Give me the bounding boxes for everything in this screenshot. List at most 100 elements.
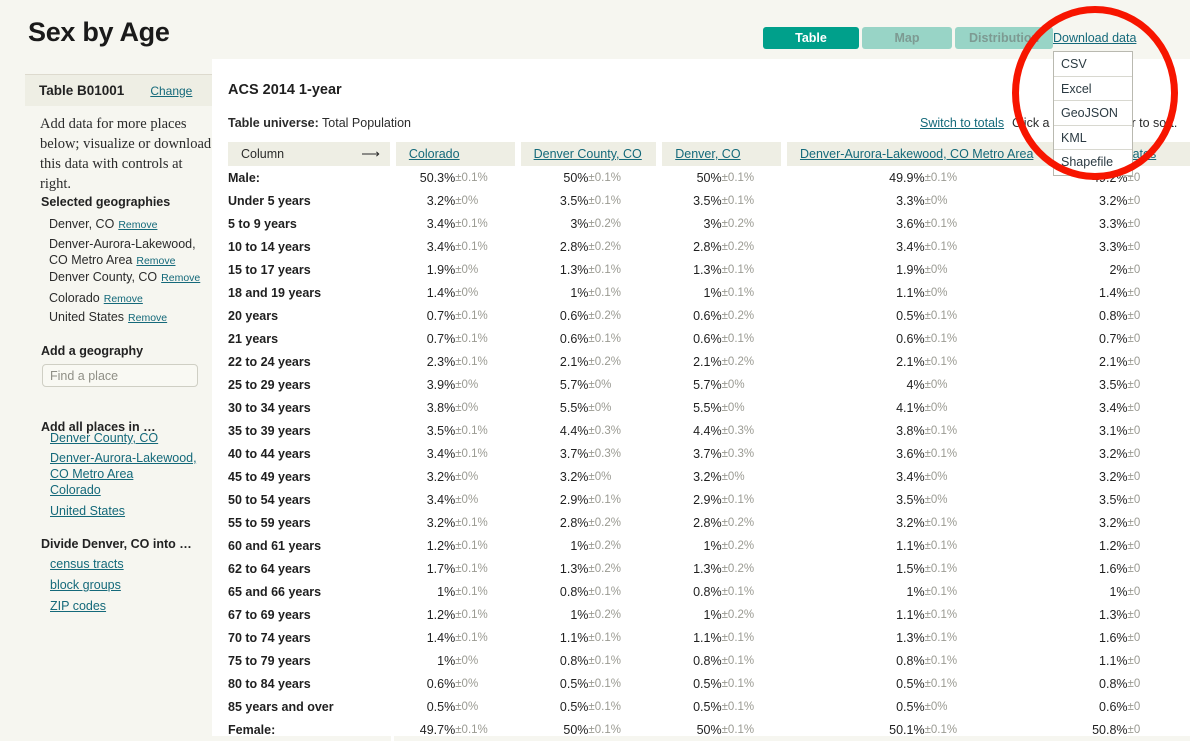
row-label: 22 to 24 years — [228, 350, 395, 373]
selected-geography-row: Denver, CO Remove — [49, 216, 217, 233]
download-option-kml[interactable]: KML — [1054, 126, 1132, 151]
column-header-geography[interactable]: Denver-Aurora-Lakewood, CO Metro Area — [780, 142, 1066, 166]
cell-margin-of-error: ±0% — [924, 401, 948, 414]
column-header-geography-label[interactable]: Denver, CO — [675, 147, 740, 161]
cell-margin-of-error: ±0 — [1127, 631, 1141, 644]
column-header-geography[interactable]: Denver County, CO — [514, 142, 660, 166]
download-option-csv[interactable]: CSV — [1054, 52, 1132, 77]
row-label: 40 to 44 years — [228, 442, 395, 465]
cell-value: 1.1% — [896, 285, 925, 300]
column-header-geography-label[interactable]: Colorado — [409, 147, 460, 161]
cell-margin-of-error: ±0% — [455, 401, 479, 414]
cell-margin-of-error: ±0.1% — [721, 700, 755, 713]
cell-value: 50.1% — [889, 722, 925, 737]
column-header-geography[interactable]: Colorado — [389, 142, 518, 166]
cell-value: 1.6% — [1099, 561, 1128, 576]
cell-value: 0.8% — [559, 584, 589, 599]
cell-margin-of-error: ±0.1% — [588, 585, 621, 598]
row-label: 25 to 29 years — [228, 373, 395, 396]
cell-margin-of-error: ±0.2% — [721, 217, 755, 230]
cell-value: 2.8% — [559, 239, 589, 254]
tab-table[interactable]: Table — [763, 27, 859, 49]
cell-value: 1% — [570, 285, 589, 300]
download-data-link[interactable]: Download data — [1053, 31, 1136, 45]
cell-value: 1% — [906, 584, 925, 599]
add-all-places-link[interactable]: Denver-Aurora-Lakewood, CO Metro Area — [50, 450, 200, 482]
find-place-input[interactable] — [42, 364, 198, 387]
cell-margin-of-error: ±0.1% — [455, 585, 488, 598]
remove-geography-link[interactable]: Remove — [118, 219, 157, 231]
cell-value: 3.6% — [896, 216, 925, 231]
cell-value: 3.2% — [896, 515, 925, 530]
add-all-places-link[interactable]: Denver County, CO — [50, 430, 158, 446]
cell-value: 4% — [906, 377, 925, 392]
cell-value: 3.2% — [1099, 469, 1128, 484]
cell-margin-of-error: ±0 — [1127, 447, 1141, 460]
view-tabs: Table Map Distribution — [763, 27, 1054, 49]
table-row: 65 and 66 years 1% ±0.1% 0.8% ±0.1% 0.8% ±0.1%… — [228, 580, 1190, 603]
cell-margin-of-error: ±0% — [455, 194, 479, 207]
cell-margin-of-error: ±0.1% — [588, 677, 621, 690]
cell-value: 3.8% — [426, 400, 456, 415]
remove-geography-link[interactable]: Remove — [104, 293, 143, 305]
divide-link[interactable]: block groups — [50, 577, 121, 593]
cell-value: 3.9% — [426, 377, 456, 392]
cell-value: 3.5% — [896, 492, 925, 507]
cell-margin-of-error: ±0.1% — [924, 516, 958, 529]
cell-value: 3.5% — [1099, 492, 1128, 507]
data-table-head: Column ⟶ Colorado Denver County, CO Denver, … — [228, 142, 1190, 166]
cell-value: 0.5% — [693, 699, 722, 714]
cell-value: 0.6% — [426, 676, 456, 691]
download-option-geojson[interactable]: GeoJSON — [1054, 101, 1132, 126]
remove-geography-link[interactable]: Remove — [161, 272, 200, 284]
cell-margin-of-error: ±0.1% — [721, 286, 755, 299]
main-panel: ACS 2014 1-year Table universe: Total Po… — [212, 59, 1190, 741]
remove-geography-link[interactable]: Remove — [136, 255, 175, 267]
cell-value: 3.3% — [896, 193, 925, 208]
cell-margin-of-error: ±0.2% — [721, 355, 755, 368]
tab-distribution[interactable]: Distribution — [955, 27, 1054, 49]
cell-value: 1.3% — [693, 262, 722, 277]
cell-value: 0.6% — [693, 331, 722, 346]
cell-value: 1.2% — [426, 607, 456, 622]
switch-to-totals-link[interactable]: Switch to totals — [920, 116, 1004, 130]
cell-margin-of-error: ±0.1% — [588, 631, 621, 644]
cell-margin-of-error: ±0% — [455, 677, 479, 690]
add-all-places-link[interactable]: Colorado — [50, 482, 101, 498]
cell-value: 49.9% — [889, 170, 925, 185]
cell-value: 5.7% — [559, 377, 589, 392]
cell-value: 50% — [563, 170, 589, 185]
cell-value: 50% — [696, 170, 722, 185]
remove-geography-link[interactable]: Remove — [128, 312, 167, 324]
change-table-link[interactable]: Change — [150, 84, 192, 98]
cell-margin-of-error: ±0.1% — [924, 562, 958, 575]
cell-value: 2.1% — [559, 354, 589, 369]
row-label: 85 years and over — [228, 695, 395, 718]
divide-link[interactable]: census tracts — [50, 556, 124, 572]
tab-map[interactable]: Map — [862, 27, 952, 49]
cell-value: 4.1% — [896, 400, 925, 415]
cell-margin-of-error: ±0.1% — [588, 171, 621, 184]
cell-margin-of-error: ±0.1% — [924, 631, 958, 644]
cell-value: 2.9% — [559, 492, 589, 507]
column-header-label: Column — [241, 147, 285, 161]
cell-value: 0.8% — [896, 653, 925, 668]
cell-margin-of-error: ±0.1% — [455, 309, 488, 322]
add-all-places-link[interactable]: United States — [50, 503, 125, 519]
column-header-geography[interactable]: Denver, CO — [656, 142, 784, 166]
cell-value: 3.2% — [426, 469, 456, 484]
cell-value: 3.4% — [426, 492, 456, 507]
divide-link[interactable]: ZIP codes — [50, 598, 106, 614]
table-id-box: Table B01001 Change — [25, 74, 212, 106]
cell-margin-of-error: ±0.1% — [924, 240, 958, 253]
row-label: 21 years — [228, 327, 395, 350]
selected-geography-row: United States Remove — [49, 309, 217, 326]
download-option-shapefile[interactable]: Shapefile — [1054, 150, 1132, 175]
cell-margin-of-error: ±0.1% — [455, 240, 488, 253]
download-option-excel[interactable]: Excel — [1054, 77, 1132, 102]
cell-value: 2.3% — [426, 354, 456, 369]
column-header-geography-label[interactable]: Denver-Aurora-Lakewood, CO Metro Area — [800, 147, 1033, 161]
column-header-geography-label[interactable]: Denver County, CO — [534, 147, 642, 161]
cell-margin-of-error: ±0.1% — [721, 493, 755, 506]
cell-value: 1.5% — [896, 561, 925, 576]
